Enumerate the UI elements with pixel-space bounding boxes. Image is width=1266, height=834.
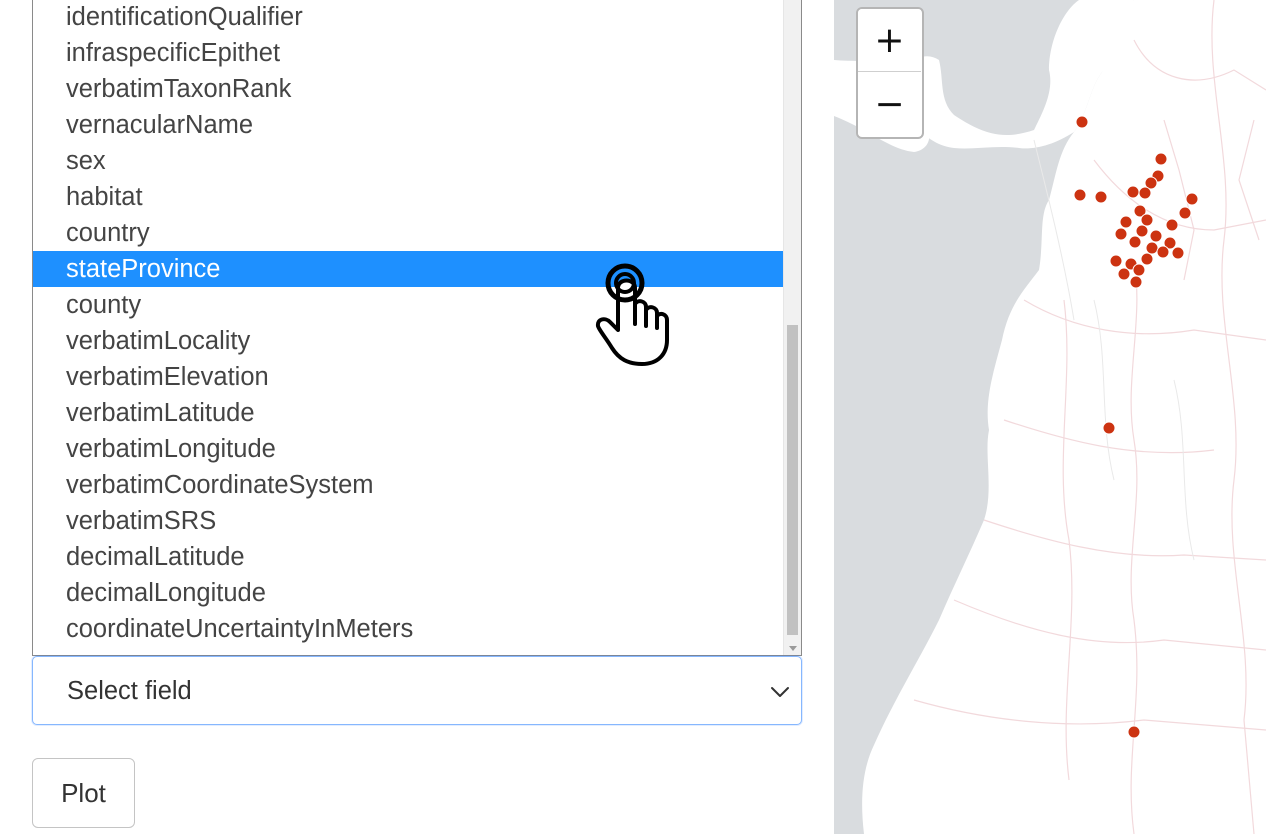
occurrence-marker: [1156, 245, 1170, 259]
option-verbatimlatitude[interactable]: verbatimLatitude: [33, 395, 784, 431]
field-options-list[interactable]: identificationQualifier infraspecificEpi…: [32, 0, 802, 656]
map-view[interactable]: + −: [834, 0, 1266, 834]
occurrence-marker: [1185, 192, 1199, 206]
option-decimallongitude[interactable]: decimalLongitude: [33, 575, 784, 611]
option-verbatimtaxonrank[interactable]: verbatimTaxonRank: [33, 71, 784, 107]
occurrence-marker: [1165, 218, 1179, 232]
occurrence-marker: [1135, 224, 1149, 238]
option-verbatimsrs[interactable]: verbatimSRS: [33, 503, 784, 539]
occurrence-marker: [1154, 152, 1168, 166]
occurrence-marker: [1140, 252, 1154, 266]
option-verbatimlocality[interactable]: verbatimLocality: [33, 323, 784, 359]
land-bay-island: [834, 150, 864, 170]
option-decimallatitude[interactable]: decimalLatitude: [33, 539, 784, 575]
option-infraspecificepithet[interactable]: infraspecificEpithet: [33, 35, 784, 71]
occurrence-marker: [1132, 263, 1146, 277]
option-habitat[interactable]: habitat: [33, 179, 784, 215]
field-select-value: Select field: [67, 677, 192, 705]
occurrence-marker: [1126, 185, 1140, 199]
option-vernacularname[interactable]: vernacularName: [33, 107, 784, 143]
occurrence-marker: [1073, 188, 1087, 202]
occurrence-marker: [1149, 229, 1163, 243]
field-select[interactable]: Select field: [32, 656, 802, 725]
occurrence-marker: [1128, 235, 1142, 249]
occurrence-marker: [1114, 227, 1128, 241]
occurrence-marker: [1178, 206, 1192, 220]
occurrence-marker: [1171, 246, 1185, 260]
occurrence-marker: [1145, 241, 1159, 255]
option-identificationqualifier[interactable]: identificationQualifier: [33, 0, 784, 35]
occurrence-marker: [1127, 725, 1141, 739]
zoom-in-button[interactable]: +: [858, 9, 921, 72]
occurrence-marker: [1075, 115, 1089, 129]
field-options-items: identificationQualifier infraspecificEpi…: [33, 0, 784, 647]
option-verbatimelevation[interactable]: verbatimElevation: [33, 359, 784, 395]
zoom-out-button[interactable]: −: [858, 73, 921, 136]
scrollbar-thumb[interactable]: [787, 325, 798, 635]
plot-button[interactable]: Plot: [32, 758, 135, 828]
chevron-down-icon: [771, 687, 789, 697]
occurrence-marker: [1129, 275, 1143, 289]
option-verbatimcoordinatesystem[interactable]: verbatimCoordinateSystem: [33, 467, 784, 503]
option-county[interactable]: county: [33, 287, 784, 323]
option-verbatimlongitude[interactable]: verbatimLongitude: [33, 431, 784, 467]
occurrence-marker: [1117, 267, 1131, 281]
occurrence-marker: [1119, 215, 1133, 229]
occurrence-marker: [1140, 213, 1154, 227]
list-scrollbar[interactable]: [783, 0, 801, 655]
occurrence-marker: [1138, 186, 1152, 200]
option-stateprovince[interactable]: stateProvince: [33, 251, 784, 287]
option-sex[interactable]: sex: [33, 143, 784, 179]
occurrence-marker: [1094, 190, 1108, 204]
scroll-down-arrow-icon[interactable]: [789, 646, 797, 651]
option-country[interactable]: country: [33, 215, 784, 251]
occurrence-marker: [1102, 421, 1116, 435]
option-coordinateuncertaintyinmeters[interactable]: coordinateUncertaintyInMeters: [33, 611, 784, 647]
occurrence-marker: [1109, 254, 1123, 268]
zoom-control: + −: [856, 7, 924, 139]
left-panel: identificationQualifier infraspecificEpi…: [0, 0, 834, 834]
